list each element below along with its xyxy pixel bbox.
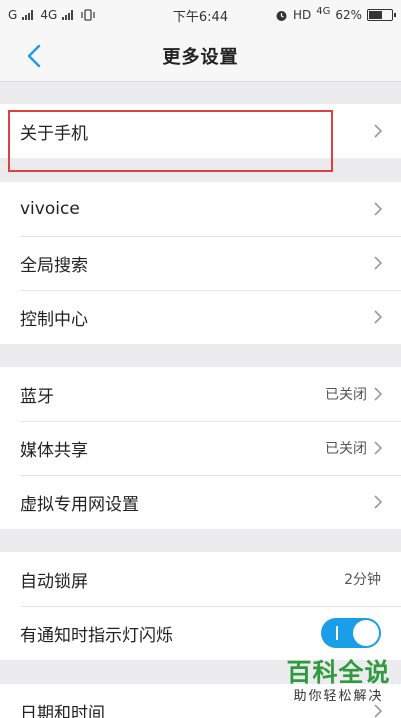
row-label: 有通知时指示灯闪烁 xyxy=(20,625,173,646)
vpn-settings-row[interactable]: 虚拟专用网设置 xyxy=(0,475,401,529)
watermark: 百科全说 助你轻松解决 xyxy=(276,658,401,718)
row-label: 全局搜索 xyxy=(20,255,88,276)
bluetooth-row[interactable]: 蓝牙 已关闭 xyxy=(0,367,401,421)
battery-icon xyxy=(367,9,396,21)
vivoice-row[interactable]: vivoice xyxy=(0,182,401,236)
row-label: 蓝牙 xyxy=(20,386,54,407)
chevron-right-icon xyxy=(374,124,383,138)
page-title: 更多设置 xyxy=(162,46,239,68)
hd-label: HD xyxy=(292,8,312,22)
row-label: 虚拟专用网设置 xyxy=(20,494,139,515)
row-label: 关于手机 xyxy=(20,123,88,144)
row-value: 2分钟 xyxy=(344,572,381,588)
watermark-subtitle: 助你轻松解决 xyxy=(293,689,384,704)
right-network-label: 4G xyxy=(316,5,331,17)
media-sharing-row[interactable]: 媒体共享 已关闭 xyxy=(0,421,401,475)
chevron-right-icon xyxy=(374,310,383,324)
vibrate-icon xyxy=(81,9,95,21)
group-connections: 蓝牙 已关闭 媒体共享 已关闭 虚拟专用网设置 xyxy=(0,367,401,529)
row-label: 控制中心 xyxy=(20,309,88,330)
control-center-row[interactable]: 控制中心 xyxy=(0,290,401,344)
row-label: 日期和时间 xyxy=(20,703,105,718)
status-right: HD 4G 62% xyxy=(275,5,396,22)
notification-light-toggle[interactable] xyxy=(321,618,381,648)
signal-icon xyxy=(22,10,34,20)
group-display: 自动锁屏 2分钟 有通知时指示灯闪烁 xyxy=(0,552,401,660)
back-button[interactable] xyxy=(18,40,50,72)
row-value: 已关闭 xyxy=(325,441,367,457)
chevron-right-icon xyxy=(374,495,383,509)
nav-bar: 更多设置 xyxy=(0,30,401,82)
status-bar: G 4G 下午6:44 HD 4G 62% xyxy=(0,0,401,30)
chevron-right-icon xyxy=(374,387,383,401)
group-general: vivoice 全局搜索 控制中心 xyxy=(0,182,401,344)
toggle-knob xyxy=(353,620,379,646)
battery-percent: 62% xyxy=(335,8,362,22)
network-label: 4G xyxy=(40,8,58,22)
chevron-right-icon xyxy=(374,256,383,270)
status-left: G 4G xyxy=(8,8,168,22)
alarm-icon xyxy=(276,10,287,21)
toggle-on-mark xyxy=(336,626,338,640)
row-label: 媒体共享 xyxy=(20,440,88,461)
row-value: 已关闭 xyxy=(325,387,367,403)
chevron-left-icon xyxy=(27,44,41,68)
notification-light-row: 有通知时指示灯闪烁 xyxy=(0,606,401,660)
carrier-label: G xyxy=(8,8,18,22)
about-phone-row[interactable]: 关于手机 xyxy=(0,104,401,158)
row-label: 自动锁屏 xyxy=(20,571,88,592)
watermark-title: 百科全说 xyxy=(286,658,391,687)
chevron-right-icon xyxy=(374,202,383,216)
global-search-row[interactable]: 全局搜索 xyxy=(0,236,401,290)
group-about: 关于手机 xyxy=(0,104,401,158)
row-label: vivoice xyxy=(20,199,80,219)
signal-icon-2 xyxy=(62,10,74,20)
auto-lock-row[interactable]: 自动锁屏 2分钟 xyxy=(0,552,401,606)
chevron-right-icon xyxy=(374,441,383,455)
